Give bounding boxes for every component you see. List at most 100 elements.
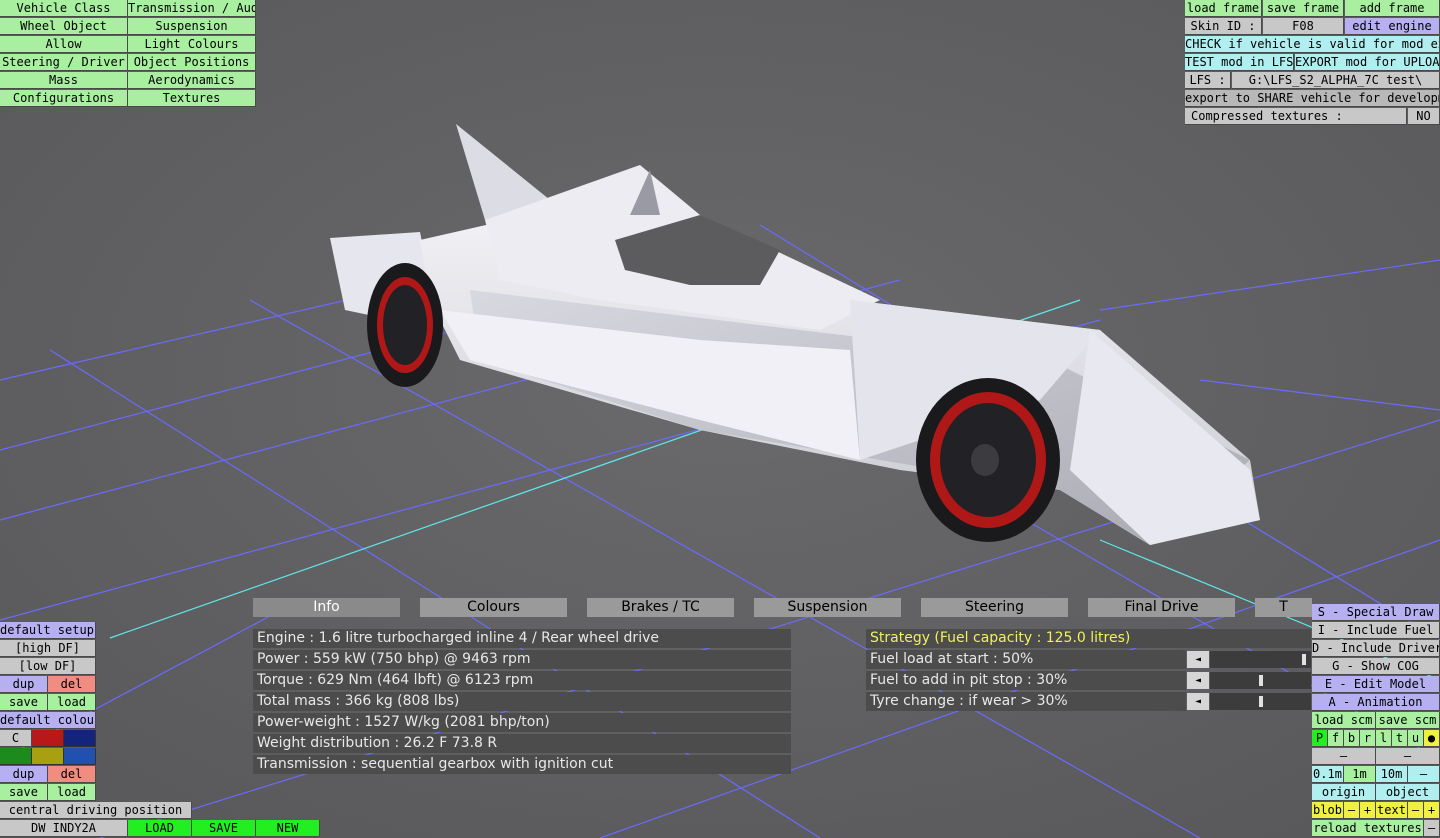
menu-steering-driver[interactable]: Steering / Driver	[0, 54, 128, 71]
test-mod-button[interactable]: TEST mod in LFS	[1185, 54, 1294, 71]
colour-c-button[interactable]: C	[0, 730, 32, 747]
load-colour-button[interactable]: load	[48, 784, 96, 801]
view-letter-button[interactable]: ●	[1424, 730, 1440, 747]
tab-colours[interactable]: Colours	[420, 598, 567, 617]
strategy-tyre-change-label: Tyre change : if wear > 30%	[866, 692, 1186, 711]
view-letter-button[interactable]: f	[1328, 730, 1344, 747]
step-minus-button[interactable]: –	[1408, 766, 1440, 783]
compressed-textures-toggle[interactable]: NO	[1408, 108, 1440, 125]
central-driving-position-button[interactable]: central driving position	[0, 802, 192, 819]
export-upload-button[interactable]: EXPORT mod for UPLOAD	[1295, 54, 1440, 71]
tyre-change-decrease-arrow[interactable]: ◄	[1187, 693, 1209, 710]
view-letter-button[interactable]: b	[1344, 730, 1360, 747]
front-wheel	[916, 378, 1060, 542]
save-car-button[interactable]: SAVE	[192, 820, 256, 837]
animation-button[interactable]: A - Animation	[1312, 694, 1440, 711]
fuel-start-slider[interactable]	[1210, 651, 1311, 668]
load-frame-button[interactable]: load frame	[1185, 0, 1262, 17]
tab-steering[interactable]: Steering	[921, 598, 1068, 617]
default-colours-label: default colours	[0, 712, 96, 729]
reload-minus-button[interactable]: –	[1424, 820, 1440, 837]
edit-engine-button[interactable]: edit engine	[1345, 18, 1440, 35]
show-cog-button[interactable]: G - Show COG	[1312, 658, 1440, 675]
colour-swatch-olive[interactable]	[32, 748, 64, 765]
load-setup-button[interactable]: load	[48, 694, 96, 711]
dup-setup-button[interactable]: dup	[0, 676, 48, 693]
include-fuel-button[interactable]: I - Include Fuel	[1312, 622, 1440, 639]
menu-light-colours[interactable]: Light Colours	[128, 36, 256, 53]
del-colour-button[interactable]: del	[48, 766, 96, 783]
slider-knob[interactable]	[1259, 696, 1263, 707]
add-frame-button[interactable]: add frame	[1345, 0, 1440, 17]
view-letter-button[interactable]: r	[1360, 730, 1376, 747]
save-frame-button[interactable]: save frame	[1263, 0, 1344, 17]
skin-id-value[interactable]: F08	[1263, 18, 1344, 35]
menu-aerodynamics[interactable]: Aerodynamics	[128, 72, 256, 89]
new-car-button[interactable]: NEW	[256, 820, 320, 837]
tab-truncated[interactable]: T	[1255, 598, 1312, 617]
colour-swatch-navy[interactable]	[64, 730, 96, 747]
step-10m-button[interactable]: 10m	[1376, 766, 1408, 783]
object-button[interactable]: object	[1376, 784, 1440, 801]
minus-button-left[interactable]: –	[1312, 748, 1376, 765]
origin-button[interactable]: origin	[1312, 784, 1376, 801]
export-share-button[interactable]: export to SHARE vehicle for development	[1185, 90, 1440, 107]
dup-colour-button[interactable]: dup	[0, 766, 48, 783]
tab-brakes-tc[interactable]: Brakes / TC	[587, 598, 734, 617]
menu-suspension[interactable]: Suspension	[128, 18, 256, 35]
blob-plus-button[interactable]: +	[1360, 802, 1376, 819]
text-plus-button[interactable]: +	[1424, 802, 1440, 819]
load-car-button[interactable]: LOAD	[128, 820, 192, 837]
view-letter-button[interactable]: t	[1392, 730, 1408, 747]
view-letter-button[interactable]: l	[1376, 730, 1392, 747]
reload-textures-button[interactable]: reload textures	[1312, 820, 1424, 837]
view-letter-button[interactable]: u	[1408, 730, 1424, 747]
menu-textures[interactable]: Textures	[128, 90, 256, 107]
colour-swatch-green[interactable]	[0, 748, 32, 765]
check-valid-button[interactable]: CHECK if vehicle is valid for mod export	[1185, 36, 1440, 53]
load-scm-button[interactable]: load scm	[1312, 712, 1376, 729]
blob-button[interactable]: blob	[1312, 802, 1344, 819]
fuel-pit-decrease-arrow[interactable]: ◄	[1187, 672, 1209, 689]
tab-suspension[interactable]: Suspension	[754, 598, 901, 617]
fuel-pit-slider[interactable]	[1210, 672, 1311, 689]
edit-model-button[interactable]: E - Edit Model	[1312, 676, 1440, 693]
step-1m-button[interactable]: 1m	[1344, 766, 1376, 783]
menu-transmission-audio[interactable]: Transmission / Audio	[128, 0, 256, 17]
tab-final-drive[interactable]: Final Drive	[1088, 598, 1235, 617]
special-draw-button[interactable]: S - Special Draw	[1312, 604, 1440, 621]
menu-configurations[interactable]: Configurations	[0, 90, 128, 107]
minus-button-right[interactable]: –	[1376, 748, 1440, 765]
save-colour-button[interactable]: save	[0, 784, 48, 801]
text-minus-button[interactable]: –	[1408, 802, 1424, 819]
menu-allow[interactable]: Allow	[0, 36, 128, 53]
menu-mass[interactable]: Mass	[0, 72, 128, 89]
strategy-fuel-pit-label: Fuel to add in pit stop : 30%	[866, 671, 1186, 690]
slider-knob[interactable]	[1259, 675, 1263, 686]
fuel-start-decrease-arrow[interactable]: ◄	[1187, 651, 1209, 668]
menu-vehicle-class[interactable]: Vehicle Class	[0, 0, 128, 17]
compressed-textures-label: Compressed textures :	[1185, 108, 1407, 125]
save-setup-button[interactable]: save	[0, 694, 48, 711]
tab-info[interactable]: Info	[253, 598, 400, 617]
slider-knob[interactable]	[1302, 654, 1306, 665]
menu-object-positions[interactable]: Object Positions	[128, 54, 256, 71]
info-power: Power : 559 kW (750 bhp) @ 9463 rpm	[253, 650, 791, 669]
high-df-setup-button[interactable]: [high DF]	[0, 640, 96, 657]
text-button[interactable]: text	[1376, 802, 1408, 819]
default-setups-label: default setups	[0, 622, 96, 639]
view-letter-button[interactable]: P	[1312, 730, 1328, 747]
menu-wheel-object[interactable]: Wheel Object	[0, 18, 128, 35]
save-scm-button[interactable]: save scm	[1376, 712, 1440, 729]
lfs-path[interactable]: G:\LFS_S2_ALPHA_7C test\	[1232, 72, 1440, 89]
info-torque: Torque : 629 Nm (464 lbft) @ 6123 rpm	[253, 671, 791, 690]
include-driver-button[interactable]: D - Include Driver	[1312, 640, 1440, 657]
tyre-change-slider[interactable]	[1210, 693, 1311, 710]
car-name-field[interactable]: DW INDY2A	[0, 820, 128, 837]
del-setup-button[interactable]: del	[48, 676, 96, 693]
colour-swatch-red[interactable]	[32, 730, 64, 747]
step-0-1m-button[interactable]: 0.1m	[1312, 766, 1344, 783]
low-df-setup-button[interactable]: [low DF]	[0, 658, 96, 675]
blob-minus-button[interactable]: –	[1344, 802, 1360, 819]
colour-swatch-blue[interactable]	[64, 748, 96, 765]
